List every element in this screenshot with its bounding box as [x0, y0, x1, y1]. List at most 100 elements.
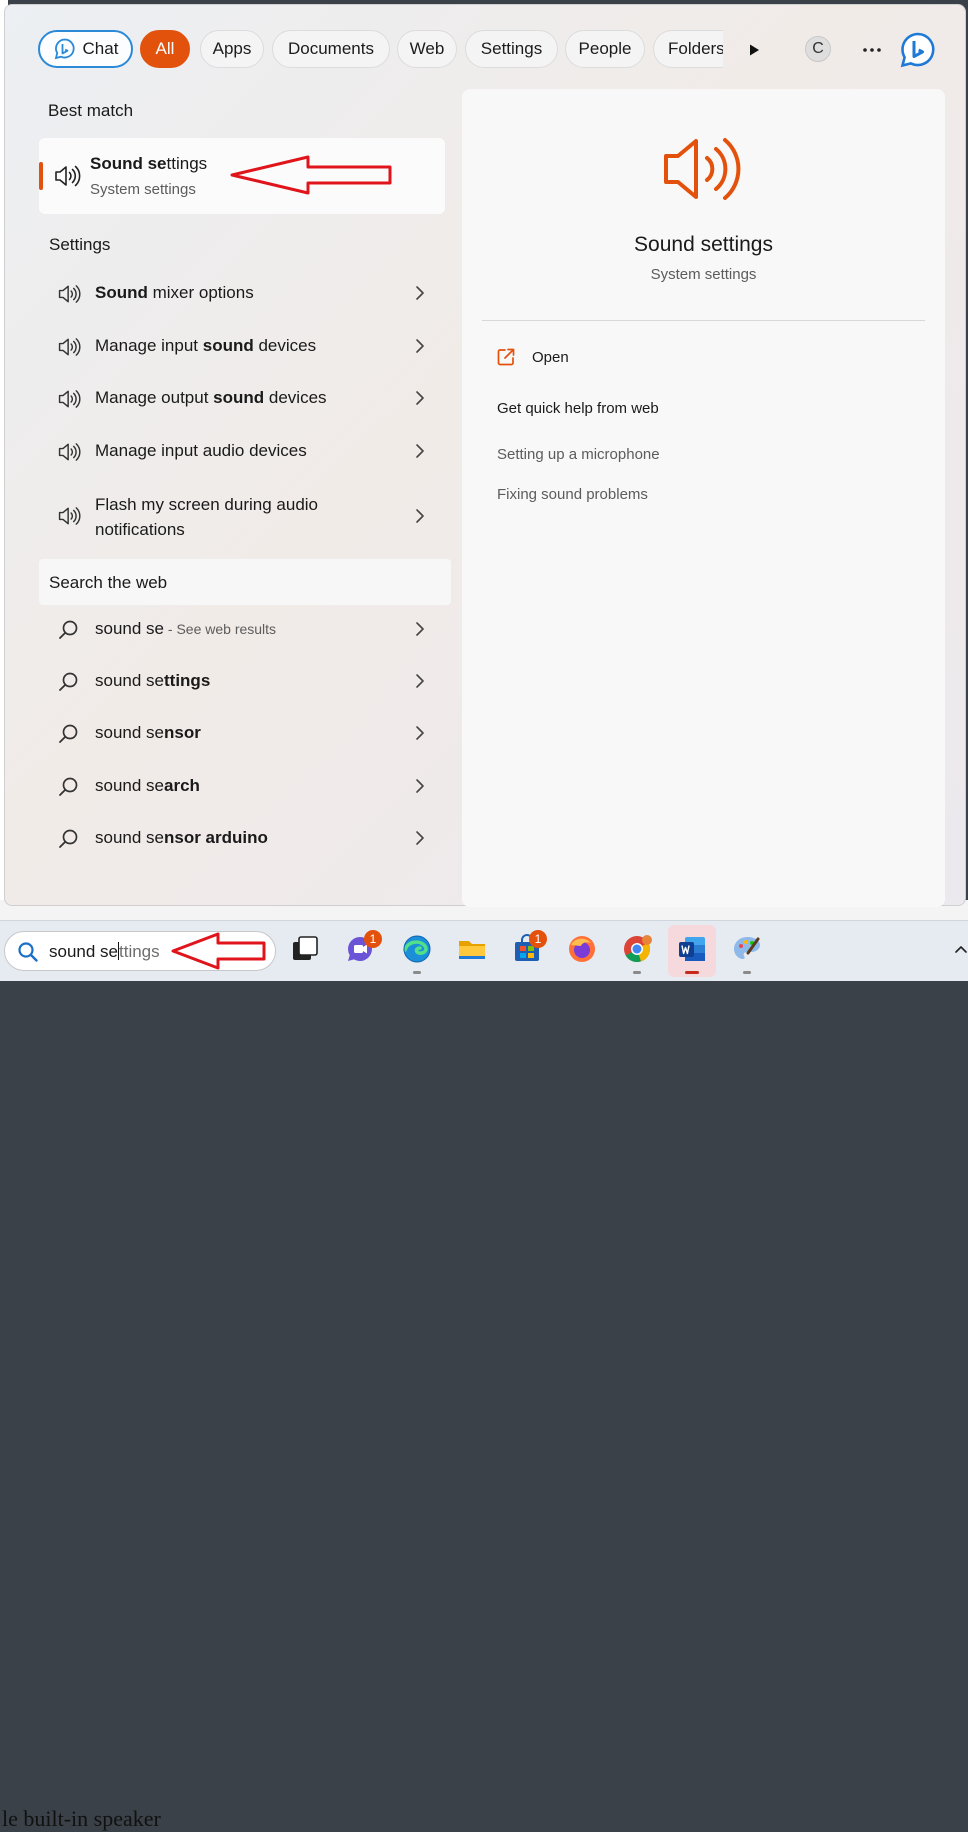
detail-subtitle: System settings — [650, 266, 757, 283]
web-result-label: sound settings — [95, 671, 210, 691]
tab-all[interactable]: All — [140, 30, 190, 68]
settings-result-label: Manage output sound devices — [95, 388, 327, 408]
help-link-microphone[interactable]: Setting up a microphone — [497, 446, 660, 463]
label-completion: arch — [164, 776, 200, 795]
settings-result-label-line1: Flash my screen during audio — [95, 495, 319, 514]
background-document-text: le built-in speaker — [2, 1806, 161, 1831]
settings-heading: Settings — [49, 235, 111, 254]
settings-result-sound-mixer[interactable]: Sound mixer options — [43, 269, 449, 319]
tab-chat[interactable]: Chat — [38, 30, 133, 68]
chevron-right-icon — [416, 286, 424, 300]
tab-chat-label: Chat — [82, 39, 119, 58]
label-pre: sound se — [95, 619, 164, 638]
detail-pane: Sound settings System settings Open Get … — [462, 89, 945, 907]
search-panel: Chat All Apps Documents Web Settings Peo… — [4, 4, 966, 907]
settings-result-input-devices[interactable]: Manage input sound devices — [43, 322, 449, 372]
label-completion: nsor arduino — [164, 828, 268, 847]
settings-result-output-devices[interactable]: Manage output sound devices — [43, 374, 449, 424]
chevron-right-icon — [416, 622, 424, 636]
chrome-icon[interactable] — [621, 933, 653, 965]
tab-folders[interactable]: Folders — [653, 30, 723, 68]
search-web-heading: Search the web — [49, 573, 168, 592]
bing-logo-icon — [900, 32, 935, 68]
search-icon — [59, 672, 78, 691]
label-pre: sound se — [95, 671, 164, 690]
tab-apps[interactable]: Apps — [200, 30, 264, 68]
label-completion: nsor — [164, 723, 201, 742]
search-icon — [59, 777, 78, 796]
ellipsis-icon — [863, 48, 881, 52]
tab-settings[interactable]: Settings — [465, 30, 558, 68]
open-action[interactable]: Open — [496, 345, 656, 371]
settings-result-label: Manage input sound devices — [95, 336, 316, 356]
chevron-right-icon — [416, 339, 424, 353]
chevron-right-icon — [416, 509, 424, 523]
best-match-title: Sound settings — [90, 154, 207, 174]
tab-people[interactable]: People — [565, 30, 645, 68]
label-pre: Manage input — [95, 336, 203, 355]
running-indicator — [413, 971, 421, 974]
search-icon — [59, 829, 78, 848]
paint-icon[interactable] — [731, 933, 763, 965]
bing-button[interactable] — [898, 30, 938, 70]
running-indicator — [743, 971, 751, 974]
best-match-title-match: Sound se — [90, 154, 167, 173]
word-taskbar-button[interactable] — [668, 925, 716, 977]
chevron-right-icon — [416, 674, 424, 688]
search-icon — [18, 942, 38, 962]
more-tabs-arrow[interactable] — [741, 37, 767, 63]
settings-result-input-audio-devices[interactable]: Manage input audio devices — [43, 427, 449, 477]
speaker-icon — [58, 390, 81, 408]
settings-result-label: Manage input audio devices — [95, 441, 307, 461]
open-external-icon — [497, 348, 515, 366]
label-post: devices — [253, 336, 317, 355]
running-indicator — [633, 971, 641, 974]
tab-web-label: Web — [409, 39, 445, 58]
web-result[interactable]: sound sensor arduino — [43, 814, 449, 864]
tab-people-label: People — [578, 39, 632, 58]
web-result[interactable]: sound sensor — [43, 709, 449, 759]
settings-result-flash-screen[interactable]: Flash my screen during audio notificatio… — [43, 479, 449, 543]
open-label: Open — [532, 349, 569, 366]
account-avatar[interactable]: C — [805, 36, 831, 62]
tab-documents[interactable]: Documents — [272, 30, 390, 68]
tab-web[interactable]: Web — [397, 30, 457, 68]
settings-result-label-line2: notifications — [95, 520, 185, 539]
speaker-large-icon — [664, 138, 741, 200]
task-view-icon[interactable] — [289, 933, 321, 965]
play-arrow-icon — [750, 44, 759, 56]
web-result-label: sound se - See web results — [95, 619, 276, 639]
label-match: Sound — [95, 283, 148, 302]
help-link-sound-problems[interactable]: Fixing sound problems — [497, 486, 648, 503]
store-notification-badge: 1 — [529, 930, 547, 948]
see-web-results-hint: - See web results — [164, 621, 277, 637]
label-match: sound — [202, 336, 254, 355]
speaker-icon — [58, 338, 81, 356]
web-result-label: sound sensor — [95, 723, 201, 743]
best-match-subtitle: System settings — [90, 181, 196, 198]
chevron-right-icon — [416, 831, 424, 845]
file-explorer-icon[interactable] — [456, 933, 488, 965]
search-icon — [59, 620, 78, 639]
annotation-arrow-search-box — [171, 932, 266, 970]
web-result-label: sound sensor arduino — [95, 828, 268, 848]
chevron-right-icon — [416, 726, 424, 740]
taskbar: sound settings 1 1 — [0, 920, 968, 981]
web-result-label: sound search — [95, 776, 200, 796]
web-result[interactable]: sound se - See web results — [43, 605, 449, 655]
chevron-up-icon[interactable] — [954, 943, 968, 955]
more-options-button[interactable] — [859, 37, 885, 63]
detail-title: Sound settings — [634, 233, 773, 256]
label-pre: Manage input audio devices — [95, 441, 307, 460]
label-match: sound — [213, 388, 265, 407]
label-pre: Manage output — [95, 388, 214, 407]
edge-browser-icon[interactable] — [401, 933, 433, 965]
firefox-icon[interactable] — [566, 933, 598, 965]
label-post: devices — [264, 388, 327, 407]
settings-result-label: Sound mixer options — [95, 283, 254, 303]
active-indicator — [685, 971, 699, 974]
web-result[interactable]: sound search — [43, 762, 449, 812]
web-result[interactable]: sound settings — [43, 657, 449, 707]
word-icon — [679, 937, 705, 961]
chevron-right-icon — [416, 779, 424, 793]
